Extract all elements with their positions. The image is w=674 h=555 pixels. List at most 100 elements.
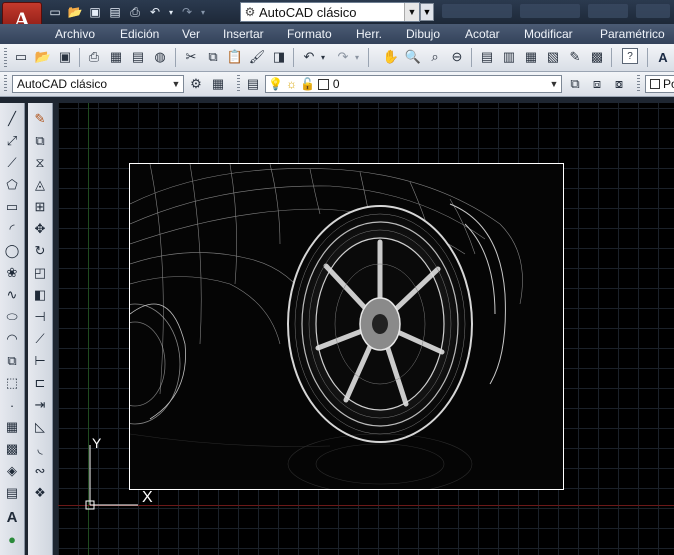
spline-icon[interactable]: ∿ bbox=[2, 285, 22, 305]
ellipse-icon[interactable]: ⬭ bbox=[2, 307, 22, 327]
customize-quick-access-button[interactable]: ▼ bbox=[420, 3, 434, 21]
copy-icon[interactable]: ⧉ bbox=[203, 48, 223, 66]
menu-acotar[interactable]: Acotar bbox=[465, 27, 500, 41]
erase-icon[interactable]: ✎ bbox=[30, 109, 50, 129]
undo-dropdown-icon[interactable]: ▾ bbox=[318, 48, 328, 66]
add-selected-icon[interactable]: ● bbox=[2, 529, 22, 549]
layer-states-icon[interactable]: ⧇ bbox=[609, 75, 629, 93]
exchange-area[interactable] bbox=[588, 4, 628, 18]
properties-combo[interactable]: Po bbox=[645, 75, 674, 93]
print-icon[interactable]: ⎙ bbox=[126, 3, 144, 21]
menu-parametrico[interactable]: Paramétrico bbox=[600, 27, 665, 41]
explode-icon[interactable]: ❖ bbox=[30, 483, 50, 503]
undo-dropdown-icon[interactable]: ▾ bbox=[166, 3, 176, 21]
toolbar-grip[interactable] bbox=[4, 48, 7, 67]
layer-properties-icon[interactable]: ▤ bbox=[243, 75, 263, 93]
menu-formato[interactable]: Formato bbox=[287, 27, 332, 41]
menu-edicion[interactable]: Edición bbox=[120, 27, 159, 41]
sheet-set-icon[interactable]: ▧ bbox=[543, 48, 563, 66]
toolbar-grip[interactable] bbox=[237, 75, 240, 93]
array-icon[interactable]: ⊞ bbox=[30, 197, 50, 217]
insert-block-icon[interactable]: ⧉ bbox=[2, 351, 22, 371]
menu-ver[interactable]: Ver bbox=[182, 27, 200, 41]
tool-palettes-icon[interactable]: ▦ bbox=[521, 48, 541, 66]
save-icon[interactable]: ▣ bbox=[86, 3, 104, 21]
point-icon[interactable]: · bbox=[2, 395, 22, 415]
workspace-selector[interactable]: ⚙ AutoCAD clásico ▼ bbox=[240, 2, 420, 22]
redo-dropdown-icon[interactable]: ▾ bbox=[198, 3, 208, 21]
print-icon[interactable]: ⎙ bbox=[84, 48, 104, 66]
mirror-icon[interactable]: ⧖ bbox=[30, 153, 50, 173]
new-icon[interactable]: ▭ bbox=[46, 3, 64, 21]
workspace-settings-icon[interactable]: ▦ bbox=[208, 75, 228, 93]
raster-image-viewport[interactable] bbox=[129, 163, 564, 490]
polygon-icon[interactable]: ⬠ bbox=[2, 175, 22, 195]
redo-icon[interactable]: ↷ bbox=[333, 48, 353, 66]
trim-icon[interactable]: ⊣ bbox=[30, 307, 50, 327]
new-icon[interactable]: ▭ bbox=[11, 48, 31, 66]
block-editor-icon[interactable]: ◨ bbox=[269, 48, 289, 66]
move-icon[interactable]: ✥ bbox=[30, 219, 50, 239]
region-icon[interactable]: ◈ bbox=[2, 461, 22, 481]
ellipse-arc-icon[interactable]: ◠ bbox=[2, 329, 22, 349]
workspace-combo[interactable]: AutoCAD clásico ▼ bbox=[12, 75, 184, 93]
paste-icon[interactable]: 📋 bbox=[225, 48, 245, 66]
redo-dropdown-icon[interactable]: ▾ bbox=[352, 48, 362, 66]
undo-icon[interactable]: ↶ bbox=[299, 48, 319, 66]
publish-icon[interactable]: ▤ bbox=[128, 48, 148, 66]
stretch-icon[interactable]: ◧ bbox=[30, 285, 50, 305]
text-style-icon[interactable]: A bbox=[653, 48, 673, 66]
blend-curves-icon[interactable]: ∾ bbox=[30, 461, 50, 481]
redo-icon[interactable]: ↷ bbox=[178, 3, 196, 21]
gradient-icon[interactable]: ▩ bbox=[2, 439, 22, 459]
toolbar-grip[interactable] bbox=[637, 75, 640, 93]
menu-modificar[interactable]: Modificar bbox=[524, 27, 573, 41]
menu-archivo[interactable]: Archivo bbox=[55, 27, 95, 41]
plot-preview-icon[interactable]: ▦ bbox=[106, 48, 126, 66]
save-icon[interactable]: ▣ bbox=[55, 48, 75, 66]
rotate-icon[interactable]: ↻ bbox=[30, 241, 50, 261]
construction-line-icon[interactable]: ⤢ bbox=[2, 131, 22, 151]
signin-area[interactable] bbox=[520, 4, 580, 18]
toolbar-grip[interactable] bbox=[4, 75, 7, 93]
join-icon[interactable]: ⇥ bbox=[30, 395, 50, 415]
open-icon[interactable]: 📂 bbox=[33, 48, 53, 66]
markup-icon[interactable]: ✎ bbox=[565, 48, 585, 66]
zoom-previous-icon[interactable]: ⊖ bbox=[447, 48, 467, 66]
calculator-icon[interactable]: ▩ bbox=[587, 48, 607, 66]
pan-icon[interactable]: ✋ bbox=[381, 48, 401, 66]
break-icon[interactable]: ⊏ bbox=[30, 373, 50, 393]
table-icon[interactable]: ▤ bbox=[2, 483, 22, 503]
save-as-icon[interactable]: ▤ bbox=[106, 3, 124, 21]
make-current-layer-icon[interactable]: ⧉ bbox=[565, 75, 585, 93]
scale-icon[interactable]: ◰ bbox=[30, 263, 50, 283]
layer-previous-icon[interactable]: ⧈ bbox=[587, 75, 607, 93]
menu-insertar[interactable]: Insertar bbox=[223, 27, 264, 41]
design-center-icon[interactable]: ▥ bbox=[499, 48, 519, 66]
extend-icon[interactable]: ⟋ bbox=[30, 329, 50, 349]
rectangle-icon[interactable]: ▭ bbox=[2, 197, 22, 217]
menu-herr[interactable]: Herr. bbox=[356, 27, 382, 41]
fillet-icon[interactable]: ◟ bbox=[30, 439, 50, 459]
circle-icon[interactable]: ◯ bbox=[2, 241, 22, 261]
make-block-icon[interactable]: ⬚ bbox=[2, 373, 22, 393]
polyline-icon[interactable]: ⟋ bbox=[2, 153, 22, 173]
help-icon[interactable]: ? bbox=[622, 48, 638, 64]
hatch-icon[interactable]: ▦ bbox=[2, 417, 22, 437]
layer-combo[interactable]: 💡 ☼ 🔓 0 ▼ bbox=[265, 75, 562, 93]
search-box[interactable] bbox=[442, 4, 512, 18]
cut-icon[interactable]: ✂ bbox=[181, 48, 201, 66]
arc-icon[interactable]: ◜ bbox=[2, 219, 22, 239]
revision-cloud-icon[interactable]: ❀ bbox=[2, 263, 22, 283]
line-icon[interactable]: ╱ bbox=[2, 109, 22, 129]
3d-print-icon[interactable]: ◍ bbox=[150, 48, 170, 66]
undo-icon[interactable]: ↶ bbox=[146, 3, 164, 21]
offset-icon[interactable]: ◬ bbox=[30, 175, 50, 195]
properties-icon[interactable]: ▤ bbox=[477, 48, 497, 66]
menu-dibujo[interactable]: Dibujo bbox=[406, 27, 440, 41]
drawing-area[interactable]: Y X bbox=[58, 103, 674, 555]
zoom-realtime-icon[interactable]: 🔍 bbox=[403, 48, 423, 66]
chamfer-icon[interactable]: ◺ bbox=[30, 417, 50, 437]
gear-icon[interactable]: ⚙ bbox=[186, 75, 206, 93]
multiline-text-icon[interactable]: A bbox=[2, 507, 22, 527]
